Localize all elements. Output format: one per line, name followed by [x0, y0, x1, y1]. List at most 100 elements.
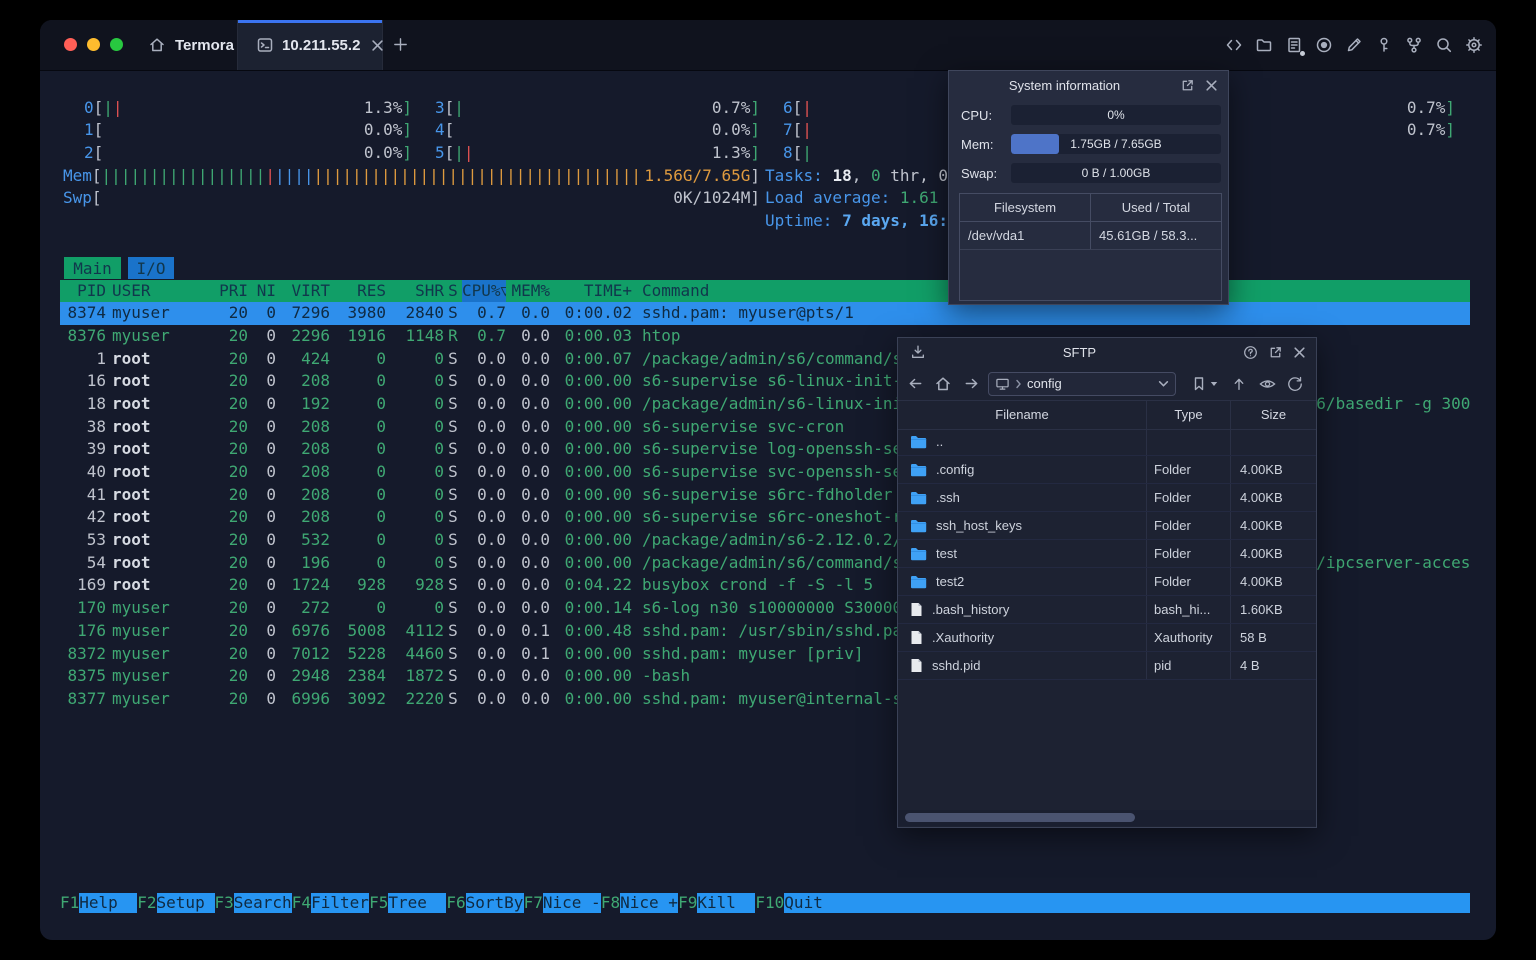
file-row[interactable]: .bash_history bash_hi... 1.60KB — [898, 596, 1316, 624]
file-size-cell: 58 B — [1240, 630, 1267, 645]
parent-directory-icon[interactable] — [1228, 373, 1250, 395]
close-panel-icon[interactable] — [1293, 346, 1306, 359]
path-breadcrumb[interactable]: config — [988, 371, 1176, 396]
type-col-header[interactable]: Type — [1147, 401, 1231, 429]
open-in-window-icon[interactable] — [1268, 345, 1283, 360]
system-information-panel: System information CPU: 0% Mem: 1.75GB /… — [948, 70, 1229, 305]
minimize-window-button[interactable] — [87, 38, 100, 51]
session-tab[interactable]: 10.211.55.2 — [237, 20, 384, 70]
file-row[interactable]: .. — [898, 428, 1316, 456]
fnkey-F6[interactable]: F6 SortBy — [446, 893, 524, 913]
new-tab-button[interactable] — [392, 36, 409, 53]
refresh-icon[interactable] — [1284, 373, 1306, 395]
file-row[interactable]: .Xauthority Xauthority 58 B — [898, 624, 1316, 652]
file-type-cell: Folder — [1147, 568, 1231, 595]
col-header-NI[interactable]: NI — [248, 280, 276, 303]
branch-icon[interactable] — [1405, 36, 1423, 54]
open-in-window-icon[interactable] — [1180, 78, 1195, 93]
bookmark-icon[interactable] — [1188, 373, 1210, 395]
show-hidden-icon[interactable] — [1256, 373, 1278, 395]
settings-gear-icon[interactable] — [1465, 36, 1483, 54]
search-icon[interactable] — [1435, 36, 1453, 54]
fnkey-F4[interactable]: F4 Filter — [292, 893, 370, 913]
col-header-PID[interactable]: PID — [66, 280, 106, 303]
file-row[interactable]: sshd.pid pid 4 B — [898, 652, 1316, 680]
col-header-S[interactable]: S — [444, 280, 462, 303]
chevron-down-icon[interactable] — [1158, 380, 1169, 388]
mem-label: Mem: — [961, 136, 994, 152]
file-row[interactable]: .config Folder 4.00KB — [898, 456, 1316, 484]
fnkey-F9[interactable]: F9 Kill — [678, 893, 756, 913]
file-type-cell: bash_hi... — [1147, 596, 1231, 623]
fnkey-F10[interactable]: F10 Quit — [755, 893, 1470, 913]
back-icon[interactable] — [904, 373, 926, 395]
termora-window: Termora 10.211.55.2 0[|| 1.3%] 1 [0.0%… — [40, 20, 1496, 940]
edit-icon[interactable] — [1345, 36, 1363, 54]
cpu-meter-3: 3[| 0.7%] — [435, 97, 760, 120]
log-icon[interactable] — [1285, 36, 1305, 56]
swap-usage-bar: 0 B / 1.00GB — [1011, 163, 1221, 183]
screen: Termora 10.211.55.2 0[|| 1.3%] 1 [0.0%… — [0, 0, 1536, 960]
htop-tab-main[interactable]: Main — [64, 257, 121, 279]
filesystem-col-header: Filesystem — [960, 194, 1091, 221]
col-header-PRI[interactable]: PRI — [216, 280, 248, 303]
file-type-cell: Folder — [1147, 540, 1231, 567]
folder-icon — [910, 547, 927, 561]
file-row[interactable]: test Folder 4.00KB — [898, 540, 1316, 568]
fnkey-F7[interactable]: F7 Nice - — [524, 893, 601, 913]
fnkey-F3[interactable]: F3 Search — [215, 893, 292, 913]
forward-icon[interactable] — [960, 373, 982, 395]
cpu-usage-row: CPU: 0% — [949, 105, 1228, 125]
close-panel-icon[interactable] — [1205, 79, 1218, 92]
home-icon[interactable] — [932, 373, 954, 395]
col-header-MEM%[interactable]: MEM% — [506, 280, 550, 303]
htop-tab-io[interactable]: I/O — [128, 257, 174, 279]
col-header-USER[interactable]: USER — [112, 280, 216, 303]
traffic-lights — [64, 38, 123, 51]
file-type-cell: Folder — [1147, 484, 1231, 511]
filesystem-usage: 45.61GB / 58.3... — [1099, 228, 1198, 243]
folder-icon[interactable] — [1255, 36, 1273, 54]
fnkey-F8[interactable]: F8 Nice + — [601, 893, 679, 913]
used-total-col-header: Used / Total — [1121, 200, 1191, 215]
close-window-button[interactable] — [64, 38, 77, 51]
key-icon[interactable] — [1375, 36, 1393, 54]
folder-icon — [910, 463, 927, 477]
home-tab[interactable]: Termora — [136, 20, 246, 70]
cpu-meter-Swp: Swp[0K/1024M] — [63, 187, 760, 210]
fnkey-F1[interactable]: F1 Help — [60, 893, 138, 913]
file-type-cell: Folder — [1147, 512, 1231, 539]
file-row[interactable]: .ssh Folder 4.00KB — [898, 484, 1316, 512]
help-icon[interactable] — [1243, 345, 1258, 360]
bookmark-caret-icon[interactable] — [1210, 381, 1218, 387]
col-header-RES[interactable]: RES — [330, 280, 386, 303]
meter-bars: | — [454, 97, 464, 117]
file-type-cell: Folder — [1147, 456, 1231, 483]
zoom-window-button[interactable] — [110, 38, 123, 51]
scrollbar-thumb[interactable] — [905, 813, 1135, 822]
sysinfo-titlebar: System information — [949, 71, 1228, 99]
process-row[interactable]: 8374 myuser 20 0 7296 3980 2840 S 0.7 0.0 0:00.02 s… — [60, 302, 1470, 325]
sftp-panel: SFTP config Filename Type Size .. .confi… — [897, 337, 1317, 828]
download-icon[interactable] — [910, 344, 926, 360]
filename-col-header[interactable]: Filename — [898, 401, 1147, 429]
cpu-usage-value: 0% — [1107, 108, 1125, 122]
col-header-VIRT[interactable]: VIRT — [276, 280, 330, 303]
close-tab-icon[interactable] — [372, 39, 384, 51]
col-header-SHR[interactable]: SHR — [386, 280, 444, 303]
filesystem-name: /dev/vda1 — [960, 222, 1091, 249]
fnkey-F2[interactable]: F2 Setup — [137, 893, 215, 913]
record-icon[interactable] — [1315, 36, 1333, 54]
size-col-header[interactable]: Size — [1231, 401, 1316, 429]
filesystem-table: Filesystem Used / Total /dev/vda1 45.61G… — [959, 193, 1222, 301]
file-row[interactable]: test2 Folder 4.00KB — [898, 568, 1316, 596]
meter-bars — [103, 119, 364, 142]
code-icon[interactable] — [1225, 36, 1243, 54]
horizontal-scrollbar — [898, 810, 1316, 826]
col-header-CPU%[interactable]: CPU%▽ — [462, 279, 506, 303]
col-header-TIME+[interactable]: TIME+ — [550, 280, 632, 303]
uptime-line: Uptime: 7 days, 16:28 — [765, 211, 968, 230]
file-row[interactable]: ssh_host_keys Folder 4.00KB — [898, 512, 1316, 540]
file-size-cell: 4.00KB — [1240, 574, 1283, 589]
fnkey-F5[interactable]: F5 Tree — [369, 893, 447, 913]
